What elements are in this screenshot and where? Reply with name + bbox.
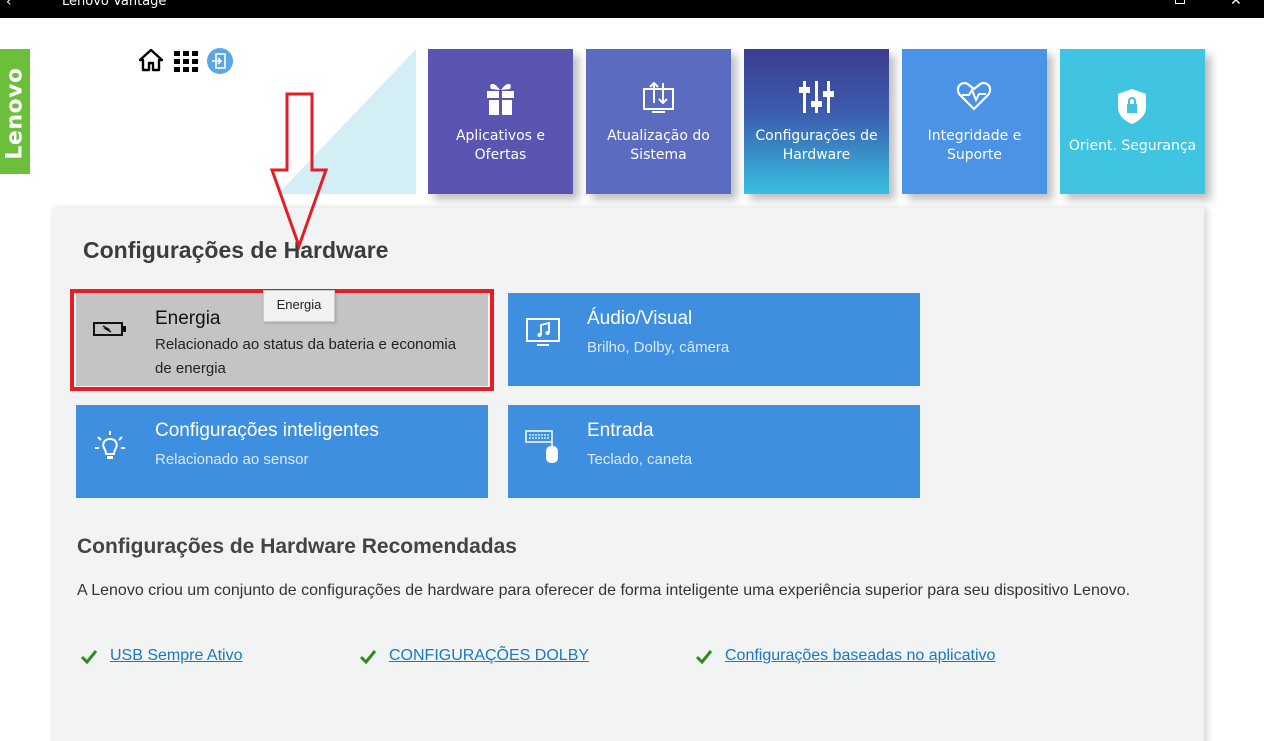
window-title: Lenovo Vantage	[62, 0, 167, 9]
lightbulb-icon	[92, 429, 128, 469]
tile-label: Orient. Segurança	[1068, 138, 1197, 154]
usb-always-on-link[interactable]: USB Sempre Ativo	[110, 647, 243, 665]
recommended-description: A Lenovo criou um conjunto de configuraç…	[77, 582, 1131, 599]
sliders-icon	[744, 77, 889, 117]
annotation-arrow-icon	[269, 92, 329, 250]
home-icon[interactable]	[138, 48, 164, 76]
tile-apps-offers[interactable]: Aplicativos e Ofertas	[428, 49, 573, 194]
sign-in-icon[interactable]	[207, 48, 233, 78]
tile-health-support[interactable]: Integridade e Suporte	[902, 49, 1047, 194]
card-subtitle: Brilho, Dolby, câmera	[587, 339, 730, 356]
logo-text: Lenovo	[2, 67, 28, 160]
tile-hardware-settings[interactable]: Configurações de Hardware	[744, 49, 889, 194]
card-title: Entrada	[587, 420, 654, 441]
card-smart-settings[interactable]: Configurações inteligentes Relacionado a…	[76, 405, 488, 498]
dolby-settings-link[interactable]: CONFIGURAÇÕES DOLBY	[389, 647, 589, 665]
keyboard-mouse-icon	[524, 429, 564, 469]
maximize-button[interactable]	[1175, 0, 1185, 4]
back-button[interactable]: ‹	[6, 0, 12, 10]
tile-security-advisor[interactable]: Orient. Segurança	[1060, 49, 1205, 194]
heart-pulse-icon	[902, 77, 1047, 117]
lenovo-logo: Lenovo	[0, 49, 30, 174]
gift-icon	[428, 77, 573, 117]
shield-lock-icon	[1060, 87, 1205, 127]
card-entrada[interactable]: Entrada Teclado, caneta	[508, 405, 920, 498]
card-subtitle: Teclado, caneta	[587, 451, 693, 468]
recommended-title: Configurações de Hardware Recomendadas	[77, 535, 517, 558]
tile-label: Integridade e Suporte	[927, 128, 1022, 163]
check-icon	[359, 649, 377, 670]
tile-label: Configurações de Hardware	[755, 128, 878, 163]
check-icon	[80, 649, 98, 670]
apps-grid-icon[interactable]	[174, 51, 198, 77]
tile-label: Atualização do Sistema	[607, 128, 710, 163]
close-button[interactable]: ✕	[1230, 0, 1242, 9]
monitor-music-icon	[524, 317, 564, 353]
card-subtitle: Relacionado ao sensor	[155, 451, 309, 468]
tooltip: Energia	[263, 290, 335, 322]
page-title: Configurações de Hardware	[83, 237, 389, 263]
card-audio-visual[interactable]: Áudio/Visual Brilho, Dolby, câmera	[508, 293, 920, 386]
check-icon	[695, 649, 713, 670]
card-title: Configurações inteligentes	[155, 420, 379, 441]
tile-system-update[interactable]: Atualização do Sistema	[586, 49, 731, 194]
system-update-icon	[586, 77, 731, 117]
card-title: Áudio/Visual	[587, 308, 693, 329]
title-bar: ‹ Lenovo Vantage ✕	[0, 0, 1264, 18]
tile-label: Aplicativos e Ofertas	[455, 128, 546, 163]
app-based-settings-link[interactable]: Configurações baseadas no aplicativo	[725, 647, 995, 665]
